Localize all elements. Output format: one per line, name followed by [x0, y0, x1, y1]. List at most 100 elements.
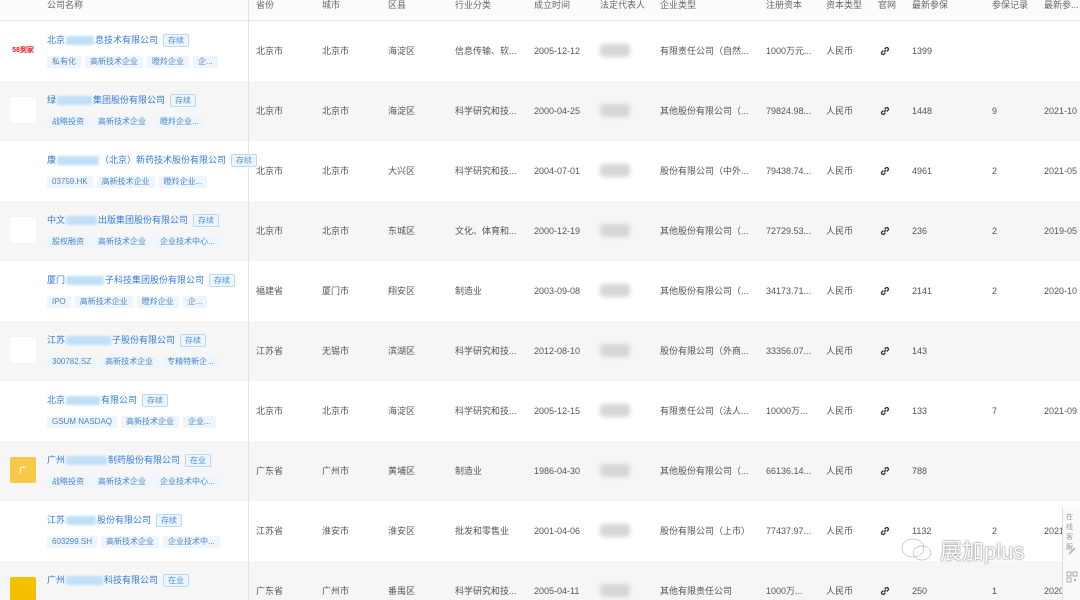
company-tag[interactable]: GSUM NASDAQ [47, 416, 118, 428]
company-cell[interactable]: 康 （北京）新药技术股份有限公司 存续 03759.HK 高新技术企业 瞪羚企业... [0, 141, 258, 201]
company-name-link[interactable]: 广州 制药股份有限公司 在业 [47, 453, 212, 467]
company-cell[interactable]: 北京 有限公司 存续 GSUM NASDAQ 高新技术企业 企业... [0, 381, 248, 441]
company-cell[interactable]: 广 广州 制药股份有限公司 在业 战略投资 高新技术企业 企业技术中心... [0, 441, 248, 501]
table-row[interactable]: 广 广州 制药股份有限公司 在业 战略投资 高新技术企业 企业技术中心... 广东省 广州市 黄埔… [0, 441, 1080, 502]
company-tag[interactable]: 战略投资 [47, 476, 89, 488]
company-cell[interactable]: 江苏 股份有限公司 存续 603299.SH 高新技术企业 企业技术中... [0, 501, 248, 561]
company-tag[interactable]: 高新技术企业 [93, 236, 151, 248]
status-badge: 存续 [231, 153, 258, 167]
company-name-link[interactable]: 北京 有限公司 存续 [47, 393, 169, 407]
company-cell[interactable]: 绿 集团股份有限公司 存续 战略投资 高新技术企业 瞪羚企业... [0, 81, 248, 141]
col-insured[interactable]: 最新参保 [912, 0, 948, 10]
col-insured-latest[interactable]: 最新参... [1044, 0, 1079, 10]
company-tag[interactable]: 瞪羚企业... [158, 176, 208, 188]
table-row[interactable]: 康 （北京）新药技术股份有限公司 存续 03759.HK 高新技术企业 瞪羚企业... 北京… [0, 141, 1080, 202]
company-cell[interactable]: 广州 科技有限公司 在业 [0, 561, 248, 600]
website-link-icon[interactable] [879, 225, 891, 237]
website-link-icon[interactable] [879, 105, 891, 117]
redacted-name [66, 275, 105, 285]
col-founded[interactable]: 成立时间 [534, 0, 570, 10]
company-name-link[interactable]: 江苏 股份有限公司 存续 [47, 513, 183, 527]
col-industry[interactable]: 行业分类 [455, 0, 491, 10]
company-tag[interactable]: 高新技术企业 [100, 356, 159, 368]
company-name-link[interactable]: 广州 科技有限公司 在业 [47, 573, 190, 587]
table-row[interactable]: 北京 有限公司 存续 GSUM NASDAQ 高新技术企业 企业... 北京市 北京市 海淀区 科… [0, 381, 1080, 442]
col-capital[interactable]: 注册资本 [766, 0, 802, 10]
table-row[interactable]: 厦门 子科技集团股份有限公司 存续 IPO 高新技术企业 瞪羚企业 企... 福建省 厦门市 翔安… [0, 261, 1080, 322]
company-name-link[interactable]: 康 （北京）新药技术股份有限公司 存续 [47, 153, 258, 167]
website-link-icon[interactable] [879, 525, 891, 537]
col-legal-rep[interactable]: 法定代表人 [600, 0, 645, 10]
website-link-icon[interactable] [879, 165, 891, 177]
company-name-link[interactable]: 江苏 子股份有限公司 存续 [47, 333, 207, 347]
company-tag[interactable]: 企业技术中... [163, 536, 220, 548]
col-company-type[interactable]: 企业类型 [660, 0, 696, 10]
company-tag[interactable]: 股权融资 [47, 236, 89, 248]
company-tag[interactable]: 高新技术企业 [93, 476, 151, 488]
website-link-icon[interactable] [879, 405, 891, 417]
company-cell[interactable]: 江苏 子股份有限公司 存续 300782.SZ 高新技术企业 专精特新企... [0, 321, 248, 381]
company-tag[interactable]: 瞪羚企业 [147, 56, 189, 68]
table-row[interactable]: 58到家 北京 息技术有限公司 存续 私有化 高新技术企业 瞪羚企业 企... 北京市 北京市 海淀… [0, 21, 1080, 82]
company-tag[interactable]: 瞪羚企业... [155, 116, 204, 128]
company-tag[interactable]: 企业技术中心... [155, 476, 220, 488]
website-link-icon[interactable] [879, 465, 891, 477]
company-name-link[interactable]: 北京 息技术有限公司 存续 [47, 33, 190, 47]
company-name-suffix: 出版集团股份有限公司 [98, 215, 189, 225]
company-tag[interactable]: 高新技术企业 [74, 296, 133, 308]
company-name-link[interactable]: 绿 集团股份有限公司 存续 [47, 93, 197, 107]
cell-capital-type: 人民币 [826, 346, 854, 356]
company-tag[interactable]: IPO [47, 296, 71, 308]
table-row[interactable]: 绿 集团股份有限公司 存续 战略投资 高新技术企业 瞪羚企业... 北京市 北京市 海淀区 科学研… [0, 81, 1080, 142]
company-tag[interactable]: 高新技术企业 [96, 176, 155, 188]
table-row[interactable]: 江苏 子股份有限公司 存续 300782.SZ 高新技术企业 专精特新企... 江苏省 无锡市… [0, 321, 1080, 382]
company-tag[interactable]: 私有化 [47, 56, 81, 68]
qr-code-icon[interactable] [1066, 571, 1078, 583]
cell-founded: 1986-04-30 [534, 466, 581, 476]
side-panel[interactable]: 在线 客服 [1062, 507, 1080, 600]
website-link-icon[interactable] [879, 45, 891, 57]
company-tag[interactable]: 企业... [183, 416, 216, 428]
company-tag[interactable]: 300782.SZ [47, 356, 97, 368]
link-icon[interactable] [1066, 545, 1078, 557]
website-link-icon[interactable] [879, 345, 891, 357]
cell-industry: 科学研究和技... [455, 166, 517, 176]
company-cell[interactable]: 58到家 北京 息技术有限公司 存续 私有化 高新技术企业 瞪羚企业 企... [0, 21, 248, 81]
cell-industry: 科学研究和技... [455, 586, 517, 596]
col-district[interactable]: 区县 [388, 0, 406, 10]
company-tag[interactable]: 瞪羚企业 [136, 296, 179, 308]
company-name-link[interactable]: 厦门 子科技集团股份有限公司 存续 [47, 273, 236, 287]
website-link-icon[interactable] [879, 585, 891, 597]
company-tag[interactable]: 03759.HK [47, 176, 93, 188]
company-tag[interactable]: 高新技术企业 [121, 416, 180, 428]
col-website[interactable]: 官网 [878, 0, 896, 10]
company-tag[interactable]: 高新技术企业 [85, 56, 143, 68]
website-link-icon[interactable] [879, 285, 891, 297]
company-name-suffix: 子股份有限公司 [112, 335, 176, 345]
cell-capital-type: 人民币 [826, 466, 854, 476]
company-tag[interactable]: 战略投资 [47, 116, 89, 128]
company-tag[interactable]: 603299.SH [47, 536, 98, 548]
company-tag[interactable]: 企... [193, 56, 218, 68]
col-company-name[interactable]: 公司名称 [47, 0, 83, 10]
cell-province: 江苏省 [256, 346, 284, 356]
status-badge: 存续 [180, 333, 207, 347]
company-tag[interactable]: 企... [182, 296, 208, 308]
company-tag[interactable]: 企业技术中心... [155, 236, 220, 248]
status-badge: 在业 [185, 453, 212, 467]
cell-district: 滨湖区 [388, 346, 416, 356]
col-capital-type[interactable]: 资本类型 [826, 0, 862, 10]
col-province[interactable]: 省份 [256, 0, 274, 10]
col-city[interactable]: 城市 [322, 0, 340, 10]
company-cell[interactable]: 中文 出版集团股份有限公司 存续 股权融资 高新技术企业 企业技术中心... [0, 201, 248, 261]
company-tag[interactable]: 高新技术企业 [101, 536, 160, 548]
cell-founded: 2000-04-25 [534, 106, 581, 116]
table-row[interactable]: 广州 科技有限公司 在业 广东省 广州市 番禺区 科学研究和技... 2005-04-11 其他… [0, 561, 1080, 600]
table-row[interactable]: 中文 出版集团股份有限公司 存续 股权融资 高新技术企业 企业技术中心... 北京市 北京市 东… [0, 201, 1080, 262]
company-name-link[interactable]: 中文 出版集团股份有限公司 存续 [47, 213, 220, 227]
company-tag[interactable]: 高新技术企业 [93, 116, 151, 128]
col-insured-records[interactable]: 参保记录 [992, 0, 1028, 10]
company-tag[interactable]: 专精特新企... [162, 356, 219, 368]
company-cell[interactable]: 厦门 子科技集团股份有限公司 存续 IPO 高新技术企业 瞪羚企业 企... [0, 261, 248, 321]
cell-capital-type: 人民币 [826, 46, 854, 56]
